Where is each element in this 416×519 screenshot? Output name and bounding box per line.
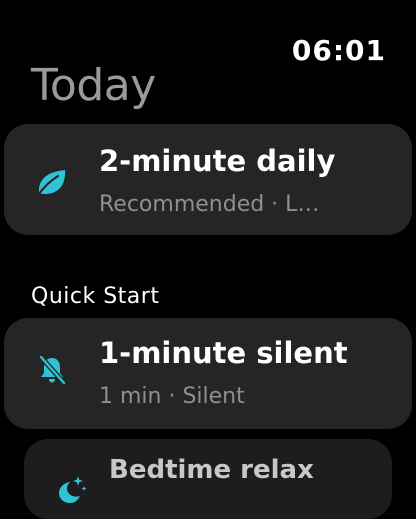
clock-time: 06:01 — [291, 34, 386, 67]
quick-start-header: Quick Start — [31, 284, 160, 309]
card-title: Bedtime relax — [109, 455, 314, 485]
card-title: 1-minute silent — [99, 336, 348, 370]
moon-stars-icon — [52, 471, 88, 507]
page-title: Today — [31, 60, 156, 111]
leaf-icon — [34, 164, 70, 200]
bedtime-session-card[interactable]: Bedtime relax — [24, 439, 392, 519]
daily-session-card[interactable]: 2-minute daily Recommended · L… — [4, 124, 412, 235]
card-subtitle: 1 min · Silent — [99, 384, 245, 409]
card-title: 2-minute daily — [99, 144, 336, 178]
card-subtitle: Recommended · L… — [99, 192, 320, 217]
bell-slash-icon — [34, 352, 70, 388]
silent-session-card[interactable]: 1-minute silent 1 min · Silent — [4, 318, 412, 429]
